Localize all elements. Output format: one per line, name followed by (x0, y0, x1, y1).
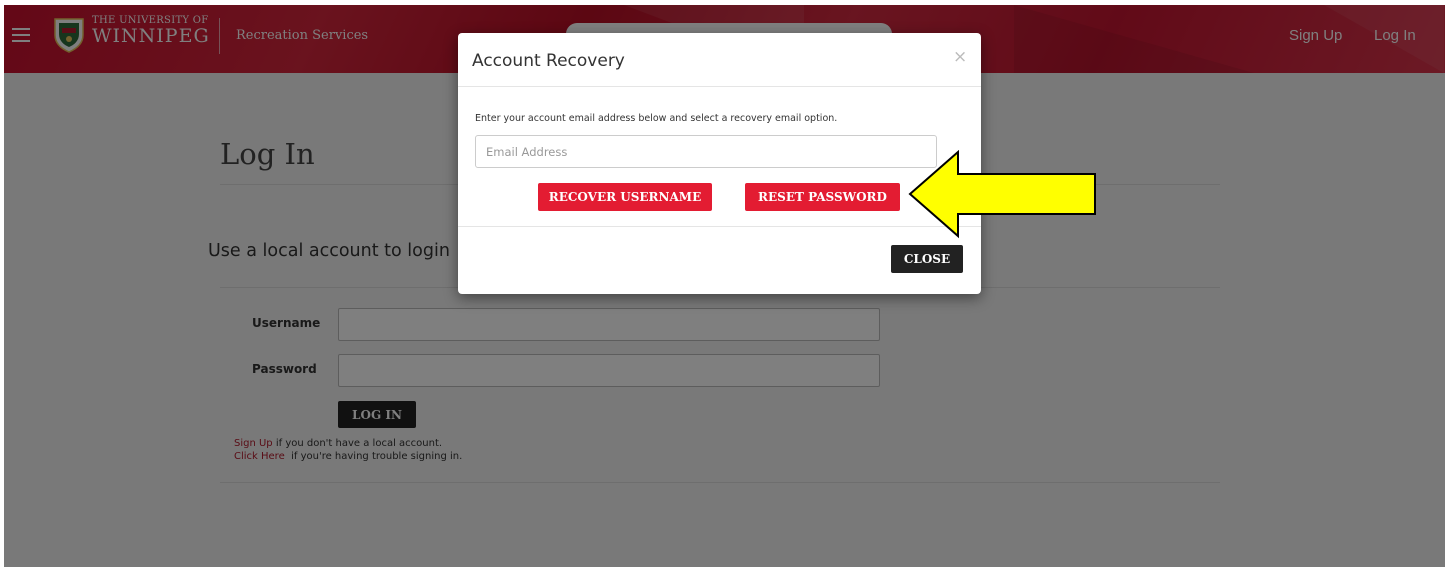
dialog-title: Account Recovery (472, 51, 625, 71)
dialog-instructions: Enter your account email address below a… (475, 113, 838, 124)
account-recovery-dialog: Account Recovery × Enter your account em… (458, 33, 981, 294)
close-button[interactable]: CLOSE (891, 245, 963, 273)
dialog-divider (458, 86, 981, 87)
email-address-input[interactable] (475, 135, 937, 168)
arrow-left-icon (908, 150, 1096, 239)
recover-username-button[interactable]: RECOVER USERNAME (538, 183, 712, 211)
dialog-divider (458, 226, 981, 227)
close-icon[interactable]: × (953, 47, 967, 67)
reset-password-button[interactable]: RESET PASSWORD (745, 183, 900, 211)
